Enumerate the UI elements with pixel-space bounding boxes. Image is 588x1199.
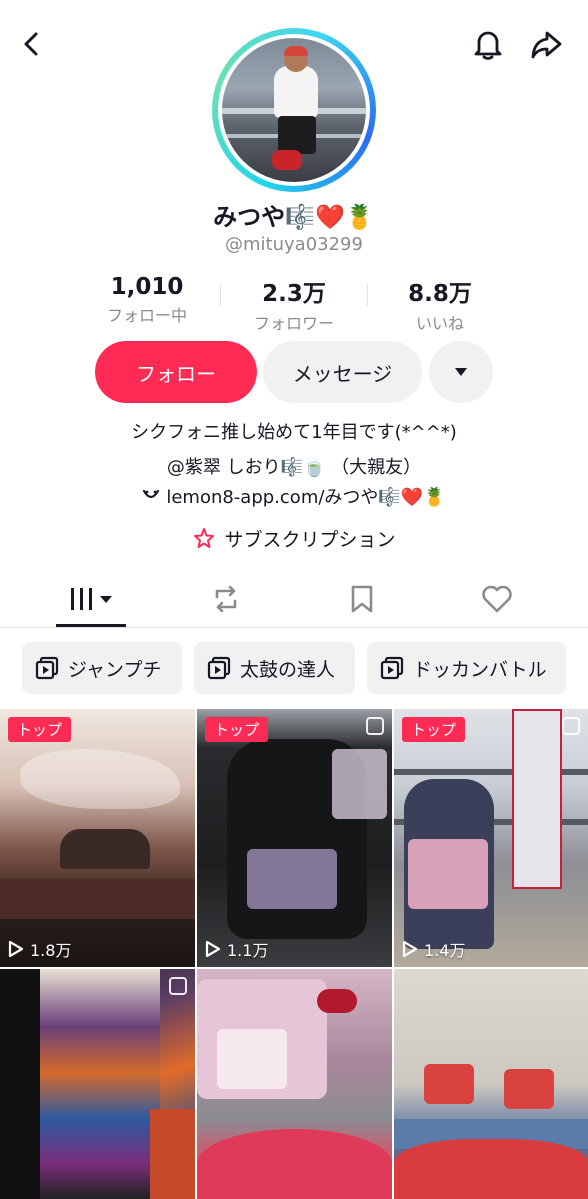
thumbnail-art: [424, 1064, 474, 1104]
avatar[interactable]: [212, 28, 376, 192]
subscription-label: サブスクリプション: [224, 529, 396, 551]
thumbnail-art: [0, 969, 40, 1199]
thumbnail-art: [60, 829, 150, 869]
video-thumbnail[interactable]: [394, 969, 588, 1199]
thumbnail-art: [504, 1069, 554, 1109]
share-button[interactable]: [524, 22, 568, 66]
play-icon: [205, 940, 221, 958]
play-count-value: 1.8万: [30, 941, 72, 960]
play-count: 1.1万: [205, 937, 268, 961]
stat-likes-label: いいね: [415, 314, 464, 333]
subscription-icon: [194, 527, 215, 548]
profile-stats: 1,010 フォロー中 2.3万 フォロワー 8.8万 いいね: [0, 274, 588, 333]
avatar-frame: [218, 34, 370, 186]
thumbnail-art: [317, 989, 357, 1013]
video-thumbnail[interactable]: [197, 969, 392, 1199]
tab-reposts[interactable]: [186, 572, 266, 626]
message-button[interactable]: メッセージ: [263, 341, 422, 403]
bio-line-2: @紫翠 しおり🎼🍵 （大親友）: [166, 457, 422, 478]
bio-line-1: シクフォニ推し始めて1年目です(*^^*): [131, 422, 457, 443]
active-tab-indicator: [56, 624, 126, 627]
back-button[interactable]: [10, 22, 54, 66]
thumbnail-art: [394, 1139, 588, 1199]
stat-likes[interactable]: 8.8万 いいね: [365, 274, 515, 334]
thumbnail-art: [408, 839, 488, 909]
playlist-chip-label: 太鼓の達人: [240, 658, 336, 681]
thumbnail-art: [197, 1129, 392, 1199]
thumbnail-art: [40, 969, 160, 1199]
grid-icon: [71, 588, 112, 610]
more-options-button[interactable]: [429, 341, 493, 403]
thumbnail-art: [0, 879, 195, 919]
link-icon: [142, 487, 160, 508]
multi-image-icon: [562, 717, 580, 735]
play-icon: [8, 940, 24, 958]
playlist-icon: [35, 656, 59, 680]
play-count: 1.8万: [8, 937, 71, 961]
top-badge: トップ: [402, 717, 466, 742]
tab-liked[interactable]: [457, 572, 537, 626]
video-thumbnail[interactable]: トップ 1.4万: [394, 709, 588, 967]
heart-icon: [482, 585, 512, 613]
play-count-value: 1.4万: [424, 941, 466, 960]
playlist-chip[interactable]: ドッカンバトル: [367, 642, 566, 694]
video-grid: トップ 1.8万 トップ 1.1万 トップ 1.4万: [0, 709, 588, 1199]
bio-link-text: lemon8-app.com/みつや🎼❤️🍍: [166, 487, 446, 508]
top-badge: トップ: [205, 717, 269, 742]
avatar-figure-body: [274, 66, 318, 118]
playlist-chip[interactable]: 太鼓の達人: [194, 642, 355, 694]
chevron-left-icon: [24, 32, 38, 56]
tab-saved[interactable]: [322, 572, 402, 626]
thumbnail-art: [512, 709, 562, 889]
bookmark-icon: [351, 585, 373, 613]
top-badge: トップ: [8, 717, 72, 742]
thumbnail-art: [332, 749, 387, 819]
stat-followers-value: 2.3万: [262, 281, 326, 307]
play-count: 1.4万: [402, 937, 465, 961]
stat-following[interactable]: 1,010 フォロー中: [72, 274, 222, 326]
playlist-chip-label: ジャンプチ: [68, 658, 162, 681]
play-count-value: 1.1万: [227, 941, 269, 960]
multi-image-icon: [366, 717, 384, 735]
bell-icon: [474, 31, 502, 60]
avatar-photo: [222, 38, 366, 182]
share-arrow-icon: [531, 31, 562, 59]
video-thumbnail[interactable]: [0, 969, 195, 1199]
thumbnail-art: [247, 849, 337, 909]
avatar-figure-hair: [284, 46, 308, 56]
repost-icon: [215, 585, 237, 613]
bio-link[interactable]: lemon8-app.com/みつや🎼❤️🍍: [0, 483, 588, 509]
thumbnail-art: [217, 1029, 287, 1089]
playlist-chip-label: ドッカンバトル: [413, 658, 547, 681]
content-tabs: [0, 572, 588, 628]
multi-image-icon: [169, 977, 187, 995]
follow-button[interactable]: フォロー: [95, 341, 257, 403]
profile-name: みつや🎼❤️🍍: [213, 203, 375, 231]
subscription-row[interactable]: サブスクリプション: [0, 525, 588, 552]
video-thumbnail[interactable]: トップ 1.8万: [0, 709, 195, 967]
playlist-icon: [380, 656, 404, 680]
stat-following-value: 1,010: [110, 274, 184, 300]
thumbnail-art: [150, 1109, 195, 1199]
notification-button[interactable]: [466, 22, 510, 66]
avatar-figure-legs: [278, 116, 316, 154]
stat-likes-value: 8.8万: [408, 281, 472, 307]
play-icon: [402, 940, 418, 958]
playlist-icon: [207, 656, 231, 680]
avatar-figure-shoes: [272, 150, 302, 170]
dropdown-triangle-icon: [455, 368, 467, 376]
tab-videos[interactable]: [52, 572, 132, 626]
video-thumbnail[interactable]: トップ 1.1万: [197, 709, 392, 967]
playlist-chip[interactable]: ジャンプチ: [22, 642, 182, 694]
stat-followers[interactable]: 2.3万 フォロワー: [219, 274, 369, 334]
stat-following-label: フォロー中: [106, 306, 187, 325]
stat-followers-label: フォロワー: [253, 314, 334, 333]
profile-handle: @mituya03299: [225, 234, 363, 255]
thumbnail-art: [20, 749, 180, 809]
playlist-row: ジャンプチ 太鼓の達人 ドッカンバトル: [0, 642, 588, 694]
